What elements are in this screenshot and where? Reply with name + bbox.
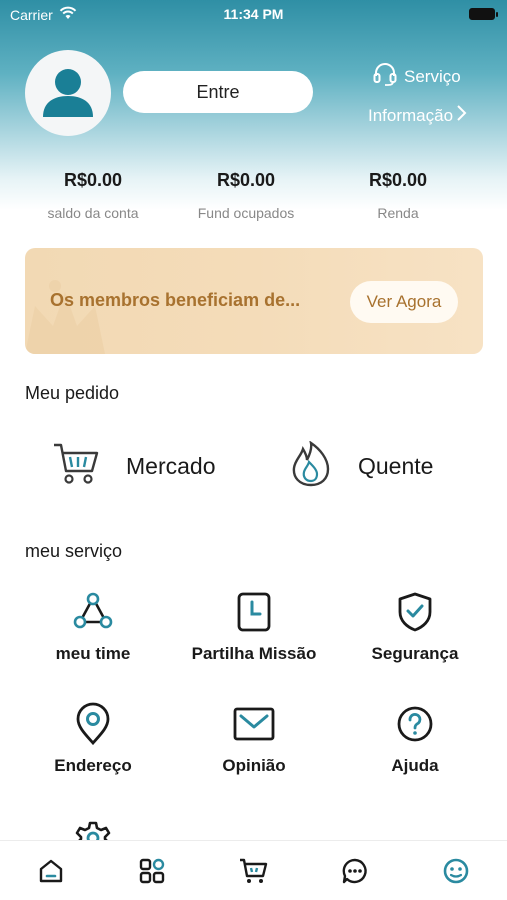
stat-label: Renda [377,205,419,221]
service-team-label: meu time [55,644,131,663]
chat-icon [342,858,367,883]
service-label: Serviço [404,66,461,86]
stat-label: saldo da conta [47,205,139,221]
stat-value: R$0.00 [216,170,276,190]
service-link[interactable]: Serviço [372,62,461,91]
service-feedback-label: Opinião [222,756,286,775]
location-icon [18,702,168,746]
stat-value: R$0.00 [368,170,428,190]
stat-balance: R$0.00 saldo da conta [18,170,168,221]
service-team[interactable]: meu time [18,590,168,664]
headset-icon [372,62,398,91]
order-hot[interactable]: Quente [290,439,434,492]
stat-funds: R$0.00 Fund ocupados [171,170,321,221]
info-link[interactable]: Informação [368,104,467,127]
order-market-label: Mercado [126,452,216,479]
tab-home[interactable] [21,846,81,896]
order-hot-label: Quente [358,452,434,479]
battery-icon [469,8,498,20]
home-icon [39,859,62,882]
service-security-label: Segurança [371,644,459,663]
service-address[interactable]: Endereço [18,702,168,776]
apps-icon [139,858,165,883]
status-bar: Carrier 11:34 PM [0,0,507,30]
service-help[interactable]: Ajuda [340,702,490,776]
service-security[interactable]: Segurança [340,590,490,664]
service-address-label: Endereço [54,756,132,775]
service-feedback[interactable]: Opinião [179,702,329,776]
service-mission-label: Partilha Missão [191,644,317,663]
service-help-label: Ajuda [391,756,439,775]
tab-bar [0,840,507,900]
help-icon [340,702,490,746]
login-button[interactable]: Entre [123,71,313,113]
stat-label: Fund ocupados [197,205,295,221]
clock: 11:34 PM [223,6,284,22]
tab-profile[interactable] [426,846,486,896]
mail-icon [179,702,329,746]
tab-apps[interactable] [122,846,182,896]
promo-text: Os membros beneficiam de... [50,290,301,310]
team-icon [18,590,168,634]
cart-icon [240,858,268,883]
stat-value: R$0.00 [63,170,123,190]
service-mission[interactable]: Partilha Missão [179,590,329,664]
user-icon [43,69,93,117]
settings-icon [18,814,168,840]
chevron-right-icon [455,104,467,127]
info-label: Informação [368,105,454,125]
stat-income: R$0.00 Renda [323,170,473,221]
service-settings[interactable] [18,814,168,840]
services-section-title: meu serviço [25,541,123,561]
view-now-button[interactable]: Ver Agora [350,281,458,323]
tab-cart[interactable] [223,846,283,896]
order-market[interactable]: Mercado [52,440,215,492]
profile-icon [443,858,469,883]
avatar[interactable] [25,50,111,136]
flame-icon [290,439,332,492]
orders-section-title: Meu pedido [25,383,120,403]
shield-icon [340,590,490,634]
member-promo-banner[interactable]: Os membros beneficiam de... Ver Agora [25,248,483,354]
cart-icon [52,441,100,492]
tab-chat[interactable] [325,846,385,896]
mission-icon [179,590,329,634]
